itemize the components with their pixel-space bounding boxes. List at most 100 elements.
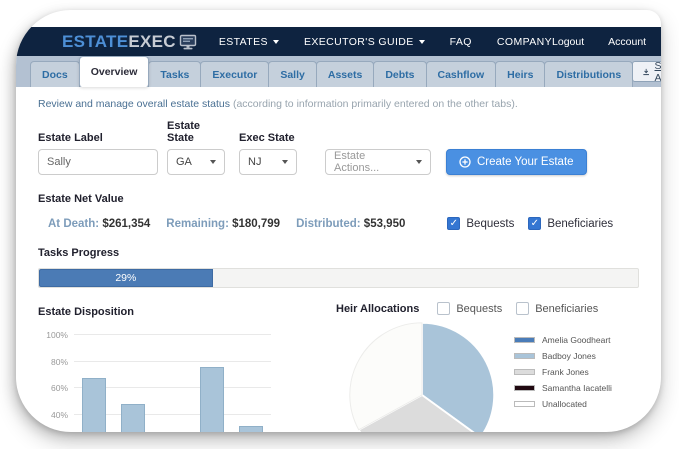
checkbox-beneficiaries[interactable]: ✓Beneficiaries bbox=[516, 302, 598, 315]
legend-label: Unallocated bbox=[542, 399, 587, 409]
checkbox-bequests[interactable]: ✓ Bequests bbox=[437, 302, 502, 315]
stat-distributed: Distributed: $53,950 bbox=[296, 218, 405, 230]
gridline bbox=[74, 361, 271, 362]
top-navbar: ESTATEEXEC ESTATES EXECUTOR'S GUIDE FAQ COM… bbox=[16, 27, 661, 56]
stat-remaining: Remaining: $180,799 bbox=[166, 218, 280, 230]
stat-label: Distributed: bbox=[296, 218, 364, 230]
exec-state-field-group: Exec State NJ bbox=[239, 132, 297, 175]
nav-item-executor-s-guide[interactable]: EXECUTOR'S GUIDE bbox=[304, 36, 425, 48]
checkbox-label: Bequests bbox=[456, 303, 502, 315]
tasks-progress-fill: 29% bbox=[39, 269, 213, 287]
y-tick-label: 40% bbox=[38, 410, 68, 420]
checkbox-bequests[interactable]: ✓ Bequests bbox=[447, 217, 514, 230]
estate-state-value: GA bbox=[176, 156, 192, 168]
save-all-button[interactable]: Save All bbox=[632, 61, 661, 82]
intro-note: (according to information primarily ente… bbox=[233, 98, 518, 110]
legend-item-frank-jones[interactable]: Frank Jones bbox=[514, 367, 612, 377]
heir-allocations-panel: Heir Allocations ✓ Bequests ✓Beneficiaries… bbox=[300, 302, 639, 432]
estateexec-logo[interactable]: ESTATEEXEC bbox=[62, 32, 197, 52]
estate-label-field-group: Estate Label Sally bbox=[38, 132, 158, 175]
tasks-progress-bar: 29% bbox=[38, 268, 639, 288]
tab-strip-buttons: Save All Cancel All bbox=[632, 61, 661, 87]
checkbox-checked-icon: ✓ bbox=[528, 217, 541, 230]
caret-down-icon bbox=[419, 40, 425, 44]
main-nav-menu: ESTATES EXECUTOR'S GUIDE FAQ COMPANY bbox=[219, 36, 552, 48]
heir-allocations-checkboxes: ✓ Bequests ✓Beneficiaries bbox=[437, 302, 598, 315]
legend-swatch bbox=[514, 385, 535, 391]
nav-item-faq[interactable]: FAQ bbox=[450, 36, 472, 48]
y-tick-label: 100% bbox=[38, 330, 68, 340]
tab-list: DocsOverviewTasksExecutorSallyAssetsDebt… bbox=[30, 56, 632, 87]
net-value-stats-row: At Death: $261,354Remaining: $180,799Dis… bbox=[38, 217, 639, 230]
stat-value: $180,799 bbox=[232, 218, 280, 230]
chevron-down-icon bbox=[282, 160, 288, 164]
navbar-right: Logout Account bbox=[552, 36, 661, 48]
exec-state-label: Exec State bbox=[239, 132, 297, 144]
save-all-label: Save All bbox=[655, 60, 662, 84]
tab-overview[interactable]: Overview bbox=[79, 56, 150, 87]
checkbox-label: Beneficiaries bbox=[535, 303, 598, 315]
charts-row: Estate Disposition 0%20%40%60%80%100%Pla… bbox=[38, 302, 639, 432]
tab-debts[interactable]: Debts bbox=[373, 61, 426, 87]
checkbox-label: Bequests bbox=[466, 218, 514, 230]
tab-sally[interactable]: Sally bbox=[268, 61, 317, 87]
nav-link-account[interactable]: Account bbox=[608, 36, 646, 48]
intro-main: Review and manage overall estate status bbox=[38, 98, 233, 110]
heir-allocations-header: Heir Allocations ✓ Bequests ✓Beneficiaries bbox=[336, 302, 639, 315]
legend-item-badboy-jones[interactable]: Badboy Jones bbox=[514, 351, 612, 361]
legend-label: Frank Jones bbox=[542, 367, 589, 377]
checkbox-label: Beneficiaries bbox=[547, 218, 613, 230]
caret-down-icon bbox=[273, 40, 279, 44]
estate-state-select[interactable]: GA bbox=[167, 149, 225, 175]
tab-distributions[interactable]: Distributions bbox=[544, 61, 633, 87]
stat-label: Remaining: bbox=[166, 218, 232, 230]
estate-actions-select[interactable]: Estate Actions... bbox=[325, 149, 431, 175]
y-tick-label: 60% bbox=[38, 383, 68, 393]
estate-state-label: Estate State bbox=[167, 120, 225, 144]
stat-value: $53,950 bbox=[364, 218, 406, 230]
estate-disposition-title: Estate Disposition bbox=[38, 306, 134, 318]
tab-docs[interactable]: Docs bbox=[30, 61, 80, 87]
main-content: Review and manage overall estate status … bbox=[16, 98, 661, 432]
legend-item-unallocated[interactable]: Unallocated bbox=[514, 399, 612, 409]
bar-planned bbox=[82, 378, 106, 432]
checkbox-unchecked-icon: ✓ bbox=[437, 302, 450, 315]
estate-label-label: Estate Label bbox=[38, 132, 158, 144]
estate-state-field-group: Estate State GA bbox=[167, 120, 225, 175]
legend-label: Samantha Iacatelli bbox=[542, 383, 612, 393]
estate-label-input[interactable]: Sally bbox=[38, 149, 158, 175]
tab-tasks[interactable]: Tasks bbox=[148, 61, 201, 87]
legend-item-samantha-iacatelli[interactable]: Samantha Iacatelli bbox=[514, 383, 612, 393]
legend-swatch bbox=[514, 369, 535, 375]
chevron-down-icon bbox=[416, 160, 422, 164]
nav-link-logout[interactable]: Logout bbox=[552, 36, 584, 48]
legend-swatch bbox=[514, 401, 535, 407]
legend-swatch bbox=[514, 353, 535, 359]
legend-label: Amelia Goodheart bbox=[542, 335, 611, 345]
exec-state-select[interactable]: NJ bbox=[239, 149, 297, 175]
tab-heirs[interactable]: Heirs bbox=[495, 61, 545, 87]
logo-text-estate: ESTATE bbox=[62, 32, 128, 52]
exec-state-value: NJ bbox=[248, 156, 261, 168]
nav-item-estates[interactable]: ESTATES bbox=[219, 36, 279, 48]
legend-item-amelia-goodheart[interactable]: Amelia Goodheart bbox=[514, 335, 612, 345]
tab-assets[interactable]: Assets bbox=[316, 61, 374, 87]
create-your-estate-button[interactable]: Create Your Estate bbox=[446, 149, 587, 175]
estate-net-value-section: Estate Net Value At Death: $261,354Remai… bbox=[38, 189, 639, 230]
tasks-progress-section: Tasks Progress 29% bbox=[38, 243, 639, 288]
intro-text: Review and manage overall estate status … bbox=[38, 98, 639, 110]
tab-strip: DocsOverviewTasksExecutorSallyAssetsDebt… bbox=[16, 56, 661, 87]
nav-item-label: ESTATES bbox=[219, 36, 268, 48]
nav-item-company[interactable]: COMPANY bbox=[497, 36, 552, 48]
checkbox-beneficiaries[interactable]: ✓ Beneficiaries bbox=[528, 217, 613, 230]
tab-cashflow[interactable]: Cashflow bbox=[426, 61, 497, 87]
checkbox-checked-icon: ✓ bbox=[447, 217, 460, 230]
heir-allocations-title: Heir Allocations bbox=[336, 303, 419, 315]
legend-label: Badboy Jones bbox=[542, 351, 596, 361]
bar-distributed bbox=[239, 426, 263, 432]
pie-legend: Amelia Goodheart Badboy Jones Frank Jones S… bbox=[514, 335, 612, 432]
estate-net-value-label: Estate Net Value bbox=[38, 193, 124, 205]
estate-disposition-panel: Estate Disposition 0%20%40%60%80%100%Pla… bbox=[38, 302, 300, 432]
download-icon bbox=[643, 67, 649, 77]
tab-executor[interactable]: Executor bbox=[200, 61, 269, 87]
